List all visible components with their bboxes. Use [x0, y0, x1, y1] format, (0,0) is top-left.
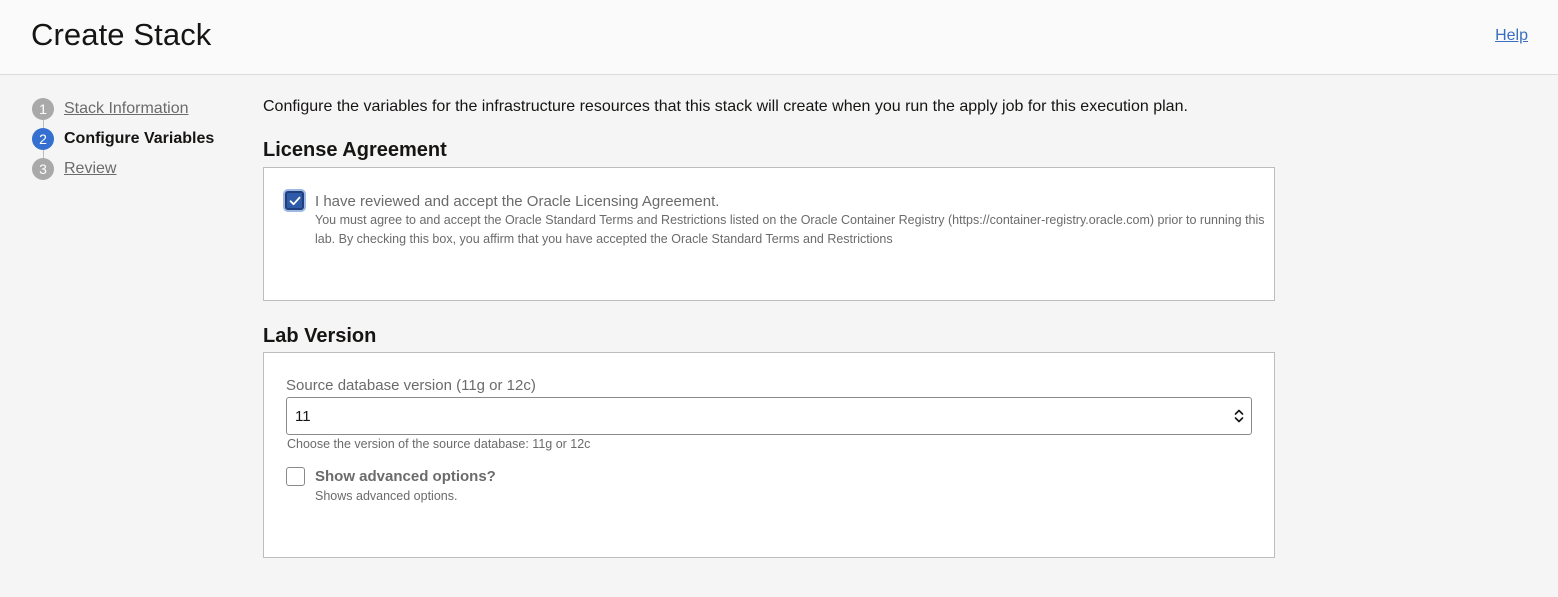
step-number: 3 [32, 158, 54, 180]
step-label[interactable]: Review [64, 160, 116, 178]
show-advanced-label[interactable]: Show advanced options? [315, 468, 496, 485]
lab-version-section-title: Lab Version [263, 325, 377, 347]
intro-text: Configure the variables for the infrastr… [263, 98, 1188, 115]
page-title: Create Stack [31, 17, 212, 52]
license-panel: I have reviewed and accept the Oracle Li… [263, 167, 1275, 301]
license-help-line-1: You must agree to and accept the Oracle … [315, 213, 1265, 227]
license-section-title: License Agreement [263, 139, 447, 161]
step-configure-variables: 2 Configure Variables [32, 127, 214, 151]
select-value: 11 [295, 408, 311, 425]
step-stack-information[interactable]: 1 Stack Information [32, 97, 189, 121]
source-db-version-label: Source database version (11g or 12c) [286, 377, 536, 394]
lab-version-panel: Source database version (11g or 12c) 11 … [263, 352, 1275, 558]
license-accept-checkbox[interactable] [285, 191, 304, 210]
show-advanced-checkbox[interactable] [286, 467, 305, 486]
step-review[interactable]: 3 Review [32, 157, 116, 181]
step-label: Configure Variables [64, 130, 215, 147]
license-help-line-2: lab. By checking this box, you affirm th… [315, 232, 893, 246]
chevron-up-down-icon [1234, 409, 1244, 423]
checkmark-icon [289, 196, 301, 206]
step-number: 2 [32, 128, 54, 150]
source-db-version-help: Choose the version of the source databas… [287, 437, 591, 451]
show-advanced-help: Shows advanced options. [315, 489, 458, 503]
help-link[interactable]: Help [1495, 27, 1528, 45]
page-header: Create Stack Help [0, 0, 1558, 75]
step-label[interactable]: Stack Information [64, 100, 189, 118]
license-accept-label[interactable]: I have reviewed and accept the Oracle Li… [315, 193, 719, 210]
step-number: 1 [32, 98, 54, 120]
source-db-version-select[interactable]: 11 [286, 397, 1252, 435]
